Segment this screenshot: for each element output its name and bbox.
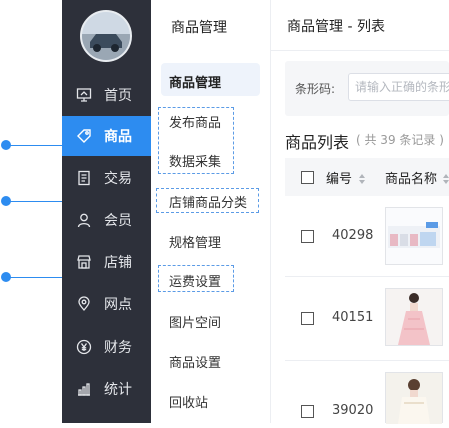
subnav-item-spec[interactable]: 规格管理 <box>169 232 221 251</box>
subnav-title: 商品管理 <box>171 20 227 36</box>
row-checkbox[interactable] <box>301 230 314 243</box>
barcode-label: 条形码: <box>295 82 336 96</box>
subnav-item-goods-manage[interactable]: 商品管理 <box>169 72 221 91</box>
nav-item-finance[interactable]: 财务 <box>62 327 151 367</box>
product-thumbnail[interactable] <box>385 372 443 424</box>
table-header: 编号 商品名称 <box>285 158 449 196</box>
select-all-checkbox[interactable] <box>301 171 314 184</box>
subnav-item-collect[interactable]: 数据采集 <box>169 151 221 170</box>
row-checkbox[interactable] <box>301 312 314 325</box>
sort-icon[interactable] <box>358 170 366 189</box>
sort-icon[interactable] <box>442 170 449 189</box>
row-id: 40298 <box>332 228 374 243</box>
col-header-name[interactable]: 商品名称 <box>385 168 437 187</box>
callout-line-goods <box>6 145 62 146</box>
subnav-item-images[interactable]: 图片空间 <box>169 312 221 331</box>
nav-label-store: 店铺 <box>104 255 132 271</box>
nav-item-home[interactable]: 首页 <box>62 75 151 115</box>
bar-chart-icon <box>76 381 92 397</box>
location-icon <box>76 296 92 312</box>
subnav-item-store-category[interactable]: 店铺商品分类 <box>169 192 247 211</box>
record-count: ( 共 39 条记录 ) <box>356 133 444 147</box>
row-divider <box>285 276 449 277</box>
tag-icon <box>76 128 92 144</box>
sub-sidebar: 商品管理 商品管理 发布商品 数据采集 店铺商品分类 规格管理 运费设置 图片空… <box>151 0 271 423</box>
nav-label-goods: 商品 <box>104 129 132 145</box>
yen-icon <box>76 339 92 355</box>
product-thumbnail[interactable] <box>385 288 443 346</box>
nav-item-store[interactable]: 店铺 <box>62 242 151 282</box>
nav-label-finance: 财务 <box>104 340 132 356</box>
nav-item-stats[interactable]: 统计 <box>62 369 151 409</box>
row-id: 39020 <box>332 403 374 418</box>
col-header-id[interactable]: 编号 <box>326 168 352 187</box>
row-checkbox[interactable] <box>301 405 314 418</box>
breadcrumb: 商品管理 - 列表 <box>287 19 385 35</box>
barcode-input[interactable]: 请输入正确的条形码 <box>348 73 449 101</box>
row-divider <box>285 360 449 361</box>
nav-label-trade: 交易 <box>104 171 132 187</box>
user-icon <box>76 212 92 228</box>
nav-label-member: 会员 <box>104 213 132 229</box>
product-thumbnail[interactable] <box>385 207 443 265</box>
nav-item-trade[interactable]: 交易 <box>62 158 151 198</box>
nav-item-member[interactable]: 会员 <box>62 200 151 240</box>
nav-item-goods[interactable]: 商品 <box>62 116 151 156</box>
subnav-item-settings[interactable]: 商品设置 <box>169 352 221 371</box>
subnav-item-recycle[interactable]: 回收站 <box>169 392 208 411</box>
subnav-item-shipping[interactable]: 运费设置 <box>169 271 221 290</box>
main-sidebar: 首页 商品 交易 会员 店铺 网点 财务 统计 <box>62 0 151 423</box>
list-title: 商品列表 <box>285 133 350 152</box>
receipt-icon <box>76 170 92 186</box>
filter-panel: 条形码: 请输入正确的条形码 <box>285 61 449 116</box>
nav-label-outlet: 网点 <box>104 297 132 313</box>
store-icon <box>76 254 92 270</box>
presentation-icon <box>76 87 92 103</box>
nav-item-outlet[interactable]: 网点 <box>62 284 151 324</box>
nav-label-stats: 统计 <box>104 382 132 398</box>
nav-label-home: 首页 <box>104 88 132 104</box>
top-bar: 商品管理 - 列表 <box>271 0 449 51</box>
avatar[interactable] <box>80 10 132 62</box>
subnav-item-publish[interactable]: 发布商品 <box>169 112 221 131</box>
row-id: 40151 <box>332 310 374 325</box>
